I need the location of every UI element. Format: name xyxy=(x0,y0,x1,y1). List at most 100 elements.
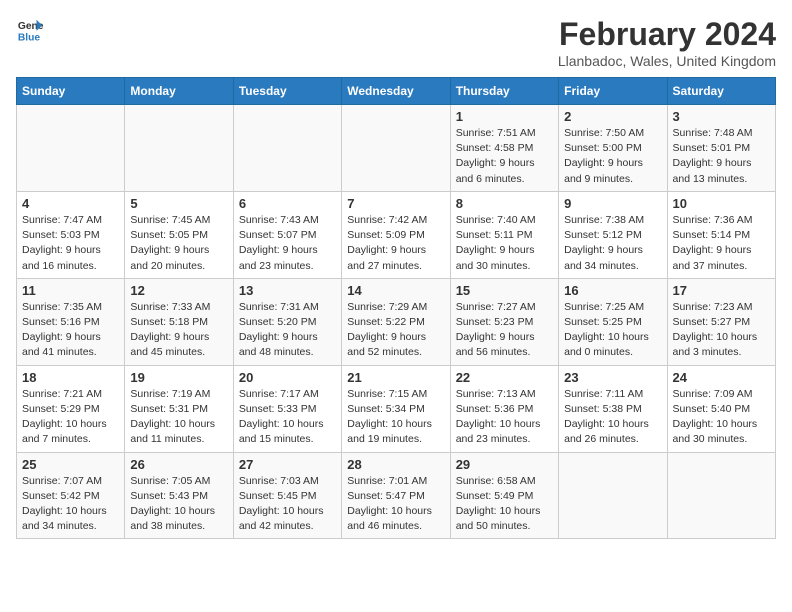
calendar-week-row: 1 Sunrise: 7:51 AM Sunset: 4:58 PM Daylig… xyxy=(17,105,776,192)
calendar-cell: 21 Sunrise: 7:15 AM Sunset: 5:34 PM Dayli… xyxy=(342,365,450,452)
calendar-week-row: 4Sunrise: 7:47 AM Sunset: 5:03 PM Daylig… xyxy=(17,191,776,278)
day-info: Sunrise: 7:05 AM Sunset: 5:43 PM Dayligh… xyxy=(130,474,227,535)
page-header: General Blue February 2024 Llanbadoc, Wa… xyxy=(16,16,776,69)
calendar-cell: 26Sunrise: 7:05 AM Sunset: 5:43 PM Dayli… xyxy=(125,452,233,539)
day-info: Sunrise: 7:43 AM Sunset: 5:07 PM Dayligh… xyxy=(239,213,336,274)
calendar-cell: 5 Sunrise: 7:45 AM Sunset: 5:05 PM Daylig… xyxy=(125,191,233,278)
day-info: Sunrise: 7:40 AM Sunset: 5:11 PM Dayligh… xyxy=(456,213,553,274)
weekday-header: Thursday xyxy=(450,78,558,105)
day-info: Sunrise: 7:31 AM Sunset: 5:20 PM Dayligh… xyxy=(239,300,336,361)
calendar-cell: 2 Sunrise: 7:50 AM Sunset: 5:00 PM Daylig… xyxy=(559,105,667,192)
day-number: 18 xyxy=(22,370,119,385)
logo-icon: General Blue xyxy=(16,16,44,44)
calendar-cell xyxy=(233,105,341,192)
calendar-cell xyxy=(559,452,667,539)
calendar-table: SundayMondayTuesdayWednesdayThursdayFrid… xyxy=(16,77,776,539)
day-number: 16 xyxy=(564,283,661,298)
day-info: Sunrise: 7:09 AM Sunset: 5:40 PM Dayligh… xyxy=(673,387,770,448)
calendar-week-row: 18Sunrise: 7:21 AM Sunset: 5:29 PM Dayli… xyxy=(17,365,776,452)
day-info: Sunrise: 7:01 AM Sunset: 5:47 PM Dayligh… xyxy=(347,474,444,535)
weekday-header: Saturday xyxy=(667,78,775,105)
calendar-cell: 3Sunrise: 7:48 AM Sunset: 5:01 PM Daylig… xyxy=(667,105,775,192)
day-info: Sunrise: 7:45 AM Sunset: 5:05 PM Dayligh… xyxy=(130,213,227,274)
day-number: 5 xyxy=(130,196,227,211)
day-info: Sunrise: 7:27 AM Sunset: 5:23 PM Dayligh… xyxy=(456,300,553,361)
calendar-cell: 25 Sunrise: 7:07 AM Sunset: 5:42 PM Dayli… xyxy=(17,452,125,539)
calendar-week-row: 25 Sunrise: 7:07 AM Sunset: 5:42 PM Dayli… xyxy=(17,452,776,539)
day-info: Sunrise: 7:07 AM Sunset: 5:42 PM Dayligh… xyxy=(22,474,119,535)
calendar-cell: 12 Sunrise: 7:33 AM Sunset: 5:18 PM Dayli… xyxy=(125,278,233,365)
calendar-cell: 15 Sunrise: 7:27 AM Sunset: 5:23 PM Dayli… xyxy=(450,278,558,365)
weekday-header: Tuesday xyxy=(233,78,341,105)
day-info: Sunrise: 7:48 AM Sunset: 5:01 PM Dayligh… xyxy=(673,126,770,187)
day-info: Sunrise: 7:15 AM Sunset: 5:34 PM Dayligh… xyxy=(347,387,444,448)
calendar-cell: 4Sunrise: 7:47 AM Sunset: 5:03 PM Daylig… xyxy=(17,191,125,278)
day-number: 22 xyxy=(456,370,553,385)
calendar-cell: 22 Sunrise: 7:13 AM Sunset: 5:36 PM Dayli… xyxy=(450,365,558,452)
day-info: Sunrise: 7:42 AM Sunset: 5:09 PM Dayligh… xyxy=(347,213,444,274)
day-number: 2 xyxy=(564,109,661,124)
calendar-cell: 14Sunrise: 7:29 AM Sunset: 5:22 PM Dayli… xyxy=(342,278,450,365)
calendar-cell: 20 Sunrise: 7:17 AM Sunset: 5:33 PM Dayli… xyxy=(233,365,341,452)
calendar-cell: 28 Sunrise: 7:01 AM Sunset: 5:47 PM Dayli… xyxy=(342,452,450,539)
day-info: Sunrise: 7:19 AM Sunset: 5:31 PM Dayligh… xyxy=(130,387,227,448)
calendar-cell xyxy=(667,452,775,539)
month-title: February 2024 xyxy=(558,16,776,53)
day-number: 19 xyxy=(130,370,227,385)
day-number: 23 xyxy=(564,370,661,385)
day-number: 15 xyxy=(456,283,553,298)
day-number: 27 xyxy=(239,457,336,472)
weekday-header: Monday xyxy=(125,78,233,105)
calendar-cell xyxy=(125,105,233,192)
day-info: Sunrise: 7:51 AM Sunset: 4:58 PM Dayligh… xyxy=(456,126,553,187)
day-number: 1 xyxy=(456,109,553,124)
day-number: 10 xyxy=(673,196,770,211)
day-number: 24 xyxy=(673,370,770,385)
day-number: 9 xyxy=(564,196,661,211)
day-info: Sunrise: 7:50 AM Sunset: 5:00 PM Dayligh… xyxy=(564,126,661,187)
calendar-cell: 29Sunrise: 6:58 AM Sunset: 5:49 PM Dayli… xyxy=(450,452,558,539)
day-number: 20 xyxy=(239,370,336,385)
day-number: 7 xyxy=(347,196,444,211)
day-info: Sunrise: 7:35 AM Sunset: 5:16 PM Dayligh… xyxy=(22,300,119,361)
day-number: 25 xyxy=(22,457,119,472)
weekday-header-row: SundayMondayTuesdayWednesdayThursdayFrid… xyxy=(17,78,776,105)
weekday-header: Sunday xyxy=(17,78,125,105)
day-info: Sunrise: 7:11 AM Sunset: 5:38 PM Dayligh… xyxy=(564,387,661,448)
calendar-cell: 7 Sunrise: 7:42 AM Sunset: 5:09 PM Daylig… xyxy=(342,191,450,278)
calendar-cell xyxy=(342,105,450,192)
calendar-cell: 24 Sunrise: 7:09 AM Sunset: 5:40 PM Dayli… xyxy=(667,365,775,452)
day-info: Sunrise: 7:33 AM Sunset: 5:18 PM Dayligh… xyxy=(130,300,227,361)
day-number: 29 xyxy=(456,457,553,472)
calendar-cell: 17Sunrise: 7:23 AM Sunset: 5:27 PM Dayli… xyxy=(667,278,775,365)
calendar-week-row: 11 Sunrise: 7:35 AM Sunset: 5:16 PM Dayli… xyxy=(17,278,776,365)
calendar-cell: 16 Sunrise: 7:25 AM Sunset: 5:25 PM Dayli… xyxy=(559,278,667,365)
day-info: Sunrise: 7:17 AM Sunset: 5:33 PM Dayligh… xyxy=(239,387,336,448)
day-number: 21 xyxy=(347,370,444,385)
day-number: 13 xyxy=(239,283,336,298)
calendar-cell xyxy=(17,105,125,192)
calendar-cell: 23 Sunrise: 7:11 AM Sunset: 5:38 PM Dayli… xyxy=(559,365,667,452)
calendar-cell: 18Sunrise: 7:21 AM Sunset: 5:29 PM Dayli… xyxy=(17,365,125,452)
day-info: Sunrise: 7:38 AM Sunset: 5:12 PM Dayligh… xyxy=(564,213,661,274)
calendar-cell: 11 Sunrise: 7:35 AM Sunset: 5:16 PM Dayli… xyxy=(17,278,125,365)
day-info: Sunrise: 7:36 AM Sunset: 5:14 PM Dayligh… xyxy=(673,213,770,274)
title-block: February 2024 Llanbadoc, Wales, United K… xyxy=(558,16,776,69)
day-number: 4 xyxy=(22,196,119,211)
day-info: Sunrise: 7:13 AM Sunset: 5:36 PM Dayligh… xyxy=(456,387,553,448)
calendar-cell: 10 Sunrise: 7:36 AM Sunset: 5:14 PM Dayli… xyxy=(667,191,775,278)
location: Llanbadoc, Wales, United Kingdom xyxy=(558,53,776,69)
calendar-cell: 1 Sunrise: 7:51 AM Sunset: 4:58 PM Daylig… xyxy=(450,105,558,192)
day-number: 28 xyxy=(347,457,444,472)
day-number: 8 xyxy=(456,196,553,211)
day-number: 6 xyxy=(239,196,336,211)
day-number: 12 xyxy=(130,283,227,298)
day-info: Sunrise: 7:29 AM Sunset: 5:22 PM Dayligh… xyxy=(347,300,444,361)
day-info: Sunrise: 7:25 AM Sunset: 5:25 PM Dayligh… xyxy=(564,300,661,361)
calendar-cell: 27Sunrise: 7:03 AM Sunset: 5:45 PM Dayli… xyxy=(233,452,341,539)
calendar-cell: 19 Sunrise: 7:19 AM Sunset: 5:31 PM Dayli… xyxy=(125,365,233,452)
logo: General Blue xyxy=(16,16,44,44)
day-number: 11 xyxy=(22,283,119,298)
weekday-header: Friday xyxy=(559,78,667,105)
day-number: 17 xyxy=(673,283,770,298)
